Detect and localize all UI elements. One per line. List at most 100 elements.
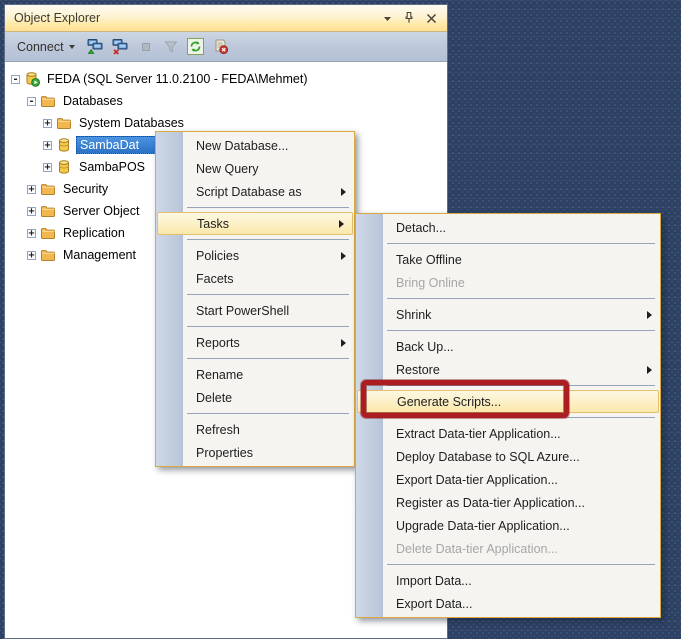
tree-item-label: Server Object xyxy=(60,203,142,219)
folder-icon xyxy=(40,93,56,109)
menu-item-label: Reports xyxy=(196,336,333,350)
tasks-submenu-item-extract-data-tier-application[interactable]: Extract Data-tier Application... xyxy=(356,422,660,445)
menu-item-label: Tasks xyxy=(197,217,331,231)
object-explorer-toolbar: Connect xyxy=(5,32,447,62)
tasks-submenu-item-import-data[interactable]: Import Data... xyxy=(356,569,660,592)
tree-item-label: Replication xyxy=(60,225,128,241)
context-menu-item-start-powershell[interactable]: Start PowerShell xyxy=(156,299,354,322)
refresh-button[interactable] xyxy=(185,36,207,58)
context-menu-item-script-database-as[interactable]: Script Database as xyxy=(156,180,354,203)
context-menu-item-new-database[interactable]: New Database... xyxy=(156,134,354,157)
menu-item-label: Export Data... xyxy=(396,597,652,611)
separator-line xyxy=(387,298,655,299)
tasks-submenu-item-upgrade-data-tier-application[interactable]: Upgrade Data-tier Application... xyxy=(356,514,660,537)
submenu-arrow-icon xyxy=(341,188,346,196)
tasks-submenu-item-export-data[interactable]: Export Data... xyxy=(356,592,660,615)
context-menu-item-refresh[interactable]: Refresh xyxy=(156,418,354,441)
database-icon xyxy=(56,159,72,175)
tree-item-label: Security xyxy=(60,181,111,197)
menu-item-label: Rename xyxy=(196,368,346,382)
tasks-submenu-item-generate-scripts[interactable]: Generate Scripts... xyxy=(357,390,659,413)
tree-item-label: System Databases xyxy=(76,115,187,131)
expand-box-icon[interactable]: + xyxy=(43,141,52,150)
tasks-submenu-item-bring-online: Bring Online xyxy=(356,271,660,294)
menu-item-label: Back Up... xyxy=(396,340,652,354)
menu-item-label: Extract Data-tier Application... xyxy=(396,427,652,441)
expand-box-icon[interactable]: + xyxy=(27,229,36,238)
stop-button xyxy=(135,36,157,58)
menu-item-label: Export Data-tier Application... xyxy=(396,473,652,487)
close-button[interactable] xyxy=(421,9,441,27)
auto-hide-button[interactable] xyxy=(399,9,419,27)
tasks-submenu-item-export-data-tier-application[interactable]: Export Data-tier Application... xyxy=(356,468,660,491)
context-menu-item-policies[interactable]: Policies xyxy=(156,244,354,267)
menu-item-label: Policies xyxy=(196,249,333,263)
tree-item-label: Management xyxy=(60,247,139,263)
tasks-submenu-item-detach[interactable]: Detach... xyxy=(356,216,660,239)
tasks-submenu: Detach... Take Offline Bring Online Shrink B… xyxy=(355,213,661,618)
collapse-box-icon[interactable]: - xyxy=(27,97,36,106)
menu-item-label: Import Data... xyxy=(396,574,652,588)
separator-line xyxy=(187,358,349,359)
stop-icon xyxy=(138,39,154,55)
separator-line xyxy=(387,243,655,244)
tasks-submenu-item-shrink[interactable]: Shrink xyxy=(356,303,660,326)
menu-item-label: Bring Online xyxy=(396,276,652,290)
tree-item-databases[interactable]: -Databases xyxy=(5,90,447,112)
menu-item-label: Shrink xyxy=(396,308,639,322)
refresh-icon xyxy=(187,38,204,55)
context-menu-separator xyxy=(156,322,354,331)
expand-box-icon[interactable]: + xyxy=(27,251,36,260)
tasks-submenu-item-back-up[interactable]: Back Up... xyxy=(356,335,660,358)
database-icon xyxy=(56,137,72,153)
tree-item-feda-sql-server-11-0-2100-feda-mehmet[interactable]: - FEDA (SQL Server 11.0.2100 - FEDA\Mehme… xyxy=(5,68,447,90)
menu-item-label: Deploy Database to SQL Azure... xyxy=(396,450,652,464)
tasks-submenu-separator xyxy=(356,381,660,390)
window-menu-button[interactable] xyxy=(377,9,397,27)
disconnect-button[interactable] xyxy=(110,36,132,58)
context-menu-item-properties[interactable]: Properties xyxy=(156,441,354,464)
connect-object-explorer-button[interactable] xyxy=(85,36,107,58)
menu-item-label: Generate Scripts... xyxy=(397,395,650,409)
expand-box-icon[interactable]: + xyxy=(27,207,36,216)
context-menu-item-reports[interactable]: Reports xyxy=(156,331,354,354)
connect-button[interactable]: Connect xyxy=(11,38,81,56)
menu-item-label: Register as Data-tier Application... xyxy=(396,496,652,510)
context-menu-item-rename[interactable]: Rename xyxy=(156,363,354,386)
tree-item-label: FEDA (SQL Server 11.0.2100 - FEDA\Mehmet… xyxy=(44,71,311,87)
context-menu-separator xyxy=(156,354,354,363)
folder-icon xyxy=(40,181,56,197)
expand-box-icon[interactable]: + xyxy=(27,185,36,194)
panel-title: Object Explorer xyxy=(14,11,375,25)
tasks-submenu-separator xyxy=(356,294,660,303)
connect-button-label: Connect xyxy=(17,40,64,54)
script-wizard-button[interactable] xyxy=(210,36,232,58)
menu-item-label: Delete xyxy=(196,391,346,405)
menu-item-label: Properties xyxy=(196,446,346,460)
context-menu-item-facets[interactable]: Facets xyxy=(156,267,354,290)
menu-item-label: Take Offline xyxy=(396,253,652,267)
database-context-menu: New Database...New Query Script Database … xyxy=(155,131,355,467)
tasks-submenu-separator xyxy=(356,560,660,569)
expand-box-icon[interactable]: + xyxy=(43,119,52,128)
separator-line xyxy=(187,207,349,208)
folder-icon xyxy=(56,115,72,131)
expand-box-icon[interactable]: + xyxy=(43,163,52,172)
tasks-submenu-item-restore[interactable]: Restore xyxy=(356,358,660,381)
context-menu-item-tasks[interactable]: Tasks xyxy=(157,212,353,235)
menu-item-label: Script Database as xyxy=(196,185,333,199)
submenu-arrow-icon xyxy=(647,366,652,374)
context-menu-item-delete[interactable]: Delete xyxy=(156,386,354,409)
tasks-submenu-item-deploy-database-to-sql-azure[interactable]: Deploy Database to SQL Azure... xyxy=(356,445,660,468)
script-error-icon xyxy=(212,38,229,55)
collapse-box-icon[interactable]: - xyxy=(11,75,20,84)
chevron-down-icon xyxy=(69,45,75,49)
context-menu-item-new-query[interactable]: New Query xyxy=(156,157,354,180)
close-icon xyxy=(425,12,438,25)
server-icon xyxy=(24,71,40,87)
separator-line xyxy=(187,326,349,327)
separator-line xyxy=(387,417,655,418)
tasks-submenu-item-take-offline[interactable]: Take Offline xyxy=(356,248,660,271)
separator-line xyxy=(387,564,655,565)
tasks-submenu-item-register-as-data-tier-application[interactable]: Register as Data-tier Application... xyxy=(356,491,660,514)
